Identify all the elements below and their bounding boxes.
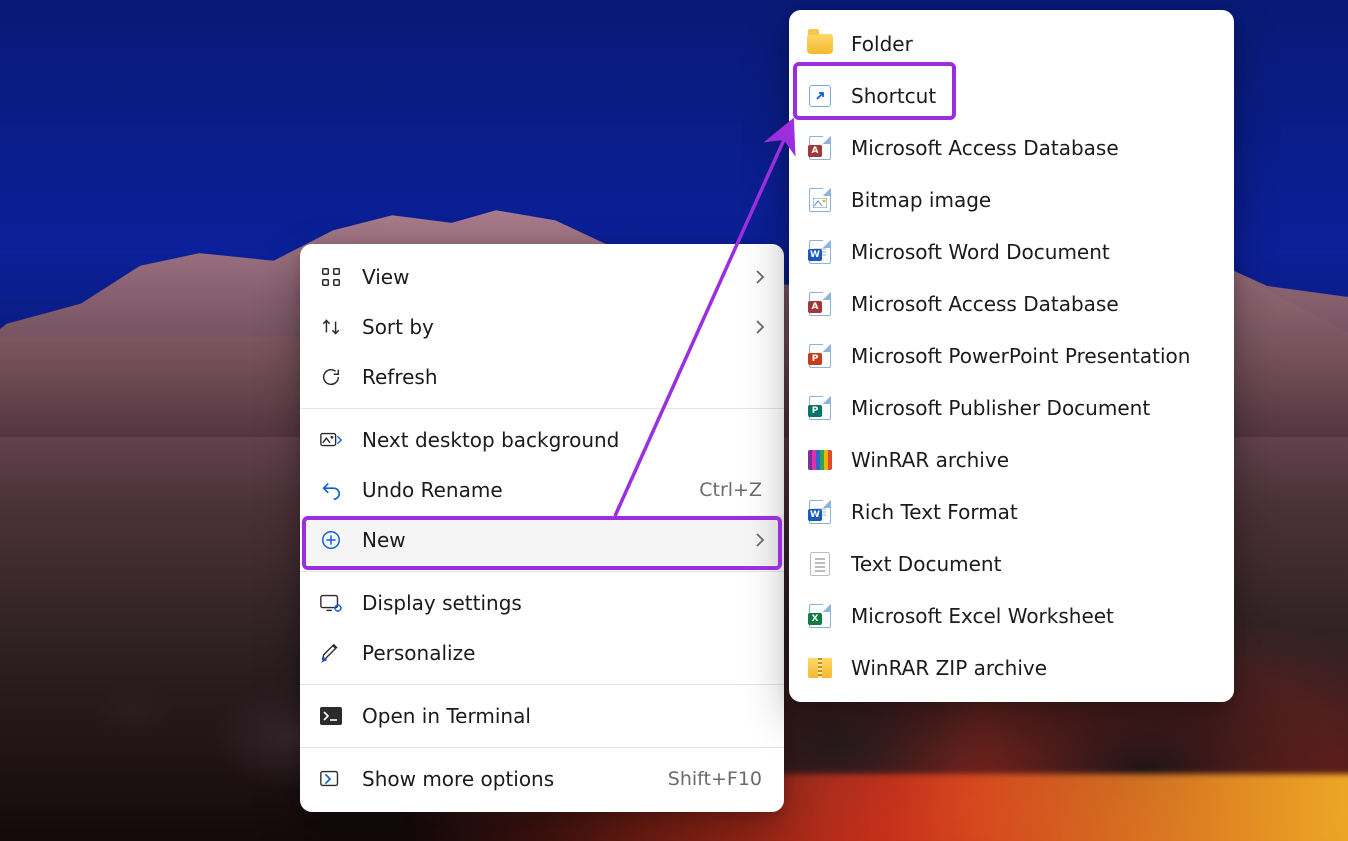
menu-item-label: Undo Rename [362, 478, 681, 502]
menu-item-new[interactable]: New [300, 515, 784, 565]
menu-item-label: Rich Text Format [851, 500, 1216, 524]
submenu-item-access-database[interactable]: A Microsoft Access Database [789, 122, 1234, 174]
refresh-icon [318, 364, 344, 390]
submenu-item-folder[interactable]: Folder [789, 18, 1234, 70]
menu-item-label: View [362, 265, 730, 289]
menu-separator [300, 684, 784, 685]
more-icon [318, 766, 344, 792]
menu-separator [300, 408, 784, 409]
new-icon [318, 527, 344, 553]
menu-item-label: WinRAR ZIP archive [851, 656, 1216, 680]
menu-item-label: Microsoft Excel Worksheet [851, 604, 1216, 628]
menu-item-undo-rename[interactable]: Undo Rename Ctrl+Z [300, 465, 784, 515]
submenu-item-publisher-document[interactable]: P Microsoft Publisher Document [789, 382, 1234, 434]
folder-icon [807, 31, 833, 57]
menu-item-label: Refresh [362, 365, 730, 389]
desktop-context-menu: View Sort by Refresh [300, 244, 784, 812]
menu-separator [300, 747, 784, 748]
menu-item-label: Show more options [362, 767, 650, 791]
submenu-item-bitmap-image[interactable]: Bitmap image [789, 174, 1234, 226]
chevron-right-icon [748, 269, 766, 285]
shortcut-icon [807, 83, 833, 109]
menu-item-label: Microsoft Access Database [851, 136, 1216, 160]
menu-item-next-desktop-background[interactable]: Next desktop background [300, 415, 784, 465]
menu-item-label: Open in Terminal [362, 704, 730, 728]
publisher-file-icon: P [807, 395, 833, 421]
menu-item-open-in-terminal[interactable]: Open in Terminal [300, 691, 784, 741]
menu-separator [300, 571, 784, 572]
menu-item-refresh[interactable]: Refresh [300, 352, 784, 402]
rtf-file-icon: W [807, 499, 833, 525]
terminal-icon [318, 703, 344, 729]
menu-item-label: Bitmap image [851, 188, 1216, 212]
menu-item-personalize[interactable]: Personalize [300, 628, 784, 678]
submenu-item-word-document[interactable]: W Microsoft Word Document [789, 226, 1234, 278]
menu-item-label: Personalize [362, 641, 730, 665]
chevron-right-icon [748, 532, 766, 548]
winrar-icon [807, 447, 833, 473]
powerpoint-file-icon: P [807, 343, 833, 369]
menu-item-view[interactable]: View [300, 252, 784, 302]
menu-item-label: New [362, 528, 730, 552]
next-bg-icon [318, 427, 344, 453]
submenu-item-winrar-zip-archive[interactable]: WinRAR ZIP archive [789, 642, 1234, 694]
submenu-item-rich-text-format[interactable]: W Rich Text Format [789, 486, 1234, 538]
submenu-item-winrar-archive[interactable]: WinRAR archive [789, 434, 1234, 486]
submenu-item-text-document[interactable]: Text Document [789, 538, 1234, 590]
menu-item-label: Folder [851, 32, 1216, 56]
access-file-icon: A [807, 135, 833, 161]
word-file-icon: W [807, 239, 833, 265]
menu-item-label: Microsoft PowerPoint Presentation [851, 344, 1216, 368]
new-submenu: Folder Shortcut A Microsoft Access Datab… [789, 10, 1234, 702]
sort-icon [318, 314, 344, 340]
menu-item-shortcut: Shift+F10 [668, 768, 766, 790]
personalize-icon [318, 640, 344, 666]
menu-item-label: Next desktop background [362, 428, 730, 452]
winrar-zip-icon [807, 655, 833, 681]
menu-item-shortcut: Ctrl+Z [699, 479, 766, 501]
menu-item-sort-by[interactable]: Sort by [300, 302, 784, 352]
submenu-item-shortcut[interactable]: Shortcut [789, 70, 1234, 122]
menu-item-label: Microsoft Publisher Document [851, 396, 1216, 420]
submenu-item-powerpoint-presentation[interactable]: P Microsoft PowerPoint Presentation [789, 330, 1234, 382]
grid-icon [318, 264, 344, 290]
menu-item-label: Sort by [362, 315, 730, 339]
submenu-item-access-database-2[interactable]: A Microsoft Access Database [789, 278, 1234, 330]
access-file-icon: A [807, 291, 833, 317]
menu-item-show-more-options[interactable]: Show more options Shift+F10 [300, 754, 784, 804]
bitmap-file-icon [807, 187, 833, 213]
menu-item-label: Microsoft Word Document [851, 240, 1216, 264]
menu-item-display-settings[interactable]: Display settings [300, 578, 784, 628]
menu-item-label: Display settings [362, 591, 730, 615]
submenu-item-excel-worksheet[interactable]: X Microsoft Excel Worksheet [789, 590, 1234, 642]
menu-item-label: Text Document [851, 552, 1216, 576]
chevron-right-icon [748, 319, 766, 335]
undo-icon [318, 477, 344, 503]
menu-item-label: Microsoft Access Database [851, 292, 1216, 316]
excel-file-icon: X [807, 603, 833, 629]
text-file-icon [807, 551, 833, 577]
menu-item-label: WinRAR archive [851, 448, 1216, 472]
menu-item-label: Shortcut [851, 84, 1216, 108]
display-icon [318, 590, 344, 616]
